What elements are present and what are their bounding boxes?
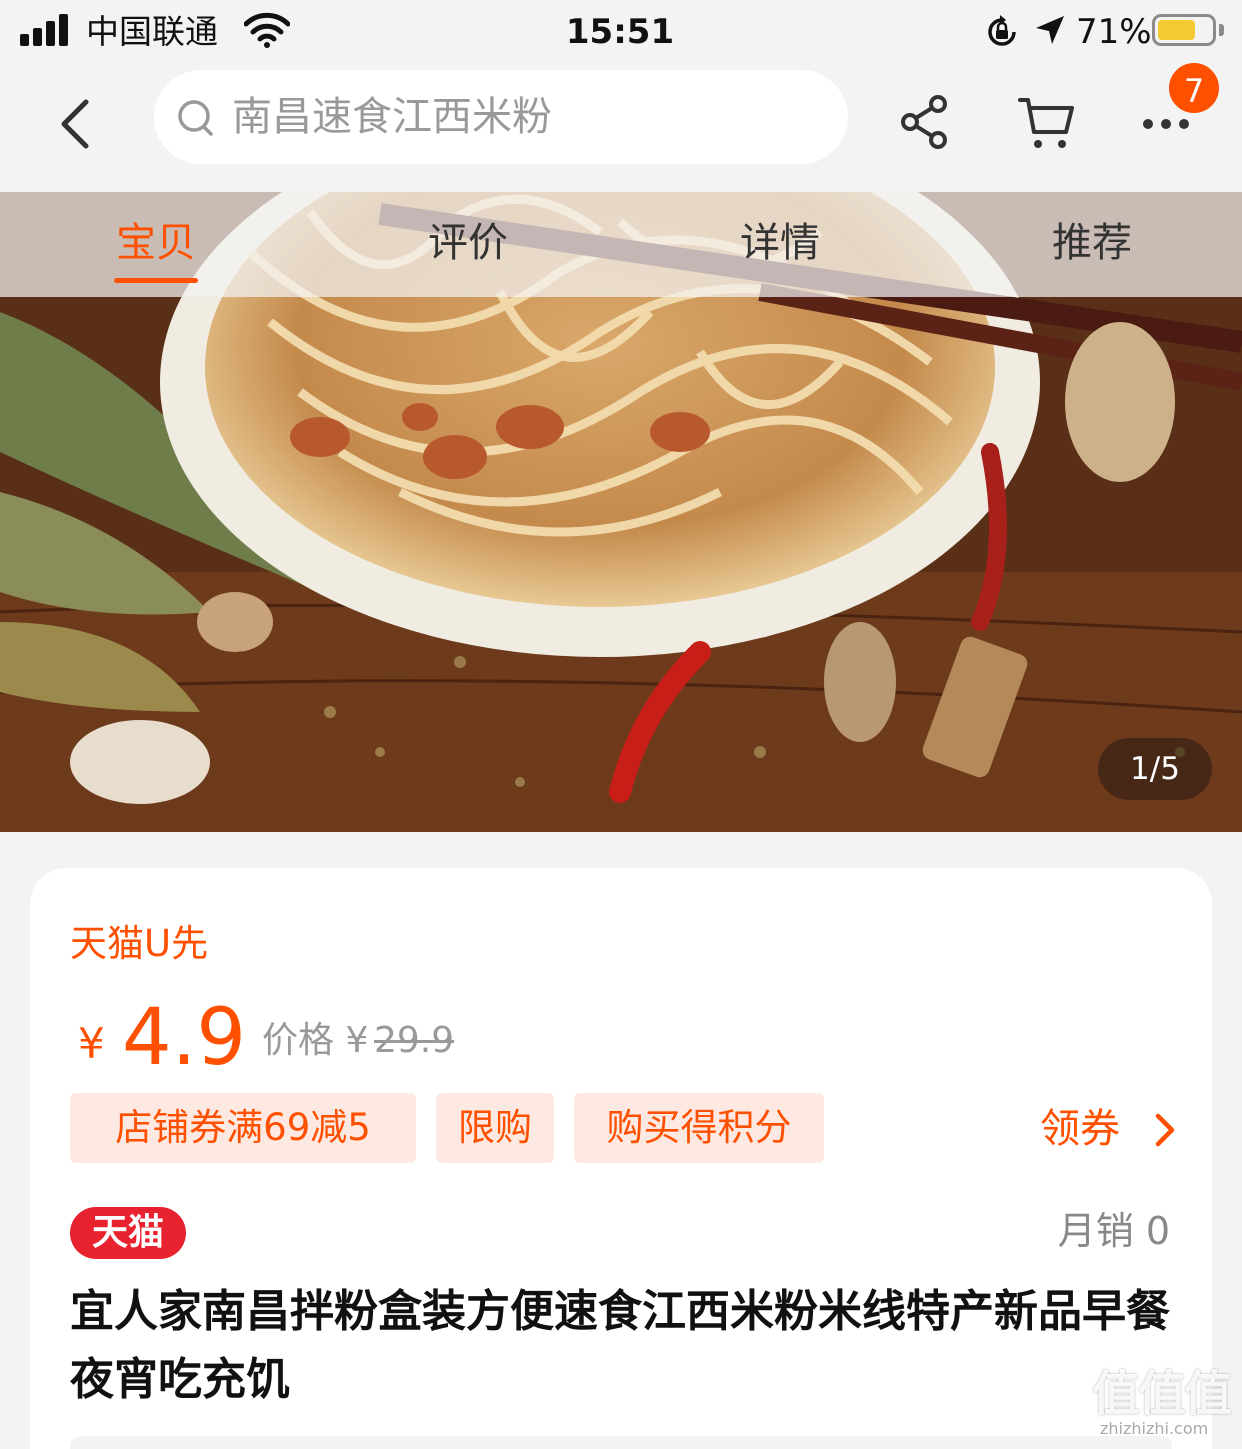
watermark-domain: zhizhizhi.com [1100, 1419, 1209, 1438]
promo-tag-points[interactable]: 购买得积分 [574, 1093, 824, 1163]
next-section-strip [70, 1436, 1172, 1449]
battery-percent: 71% [1076, 12, 1152, 52]
promo-tag-coupon[interactable]: 店铺券满69减5 [70, 1093, 416, 1163]
battery-level [1158, 20, 1195, 40]
tmall-badge: 天猫 [70, 1207, 186, 1259]
rotation-lock-icon [988, 15, 1016, 46]
wifi-icon [244, 12, 290, 48]
currency-symbol: ¥ [78, 1019, 105, 1068]
tab-recommend[interactable]: 推荐 [1012, 218, 1172, 268]
back-icon[interactable] [48, 92, 104, 156]
location-arrow-icon [1036, 16, 1064, 44]
current-price: 4.9 [122, 993, 247, 1083]
gallery-pager: 1/5 [1098, 738, 1212, 800]
signal-icon [20, 14, 72, 46]
watermark: 值值值 zhizhizhi.com [1092, 1366, 1234, 1438]
cart-badge: 7 [1166, 60, 1222, 116]
battery-tip [1219, 24, 1224, 36]
nav-bar: 南昌速食江西米粉 7 [0, 60, 1242, 192]
get-coupon-link[interactable]: 领券 [1040, 1101, 1120, 1157]
share-icon[interactable] [896, 92, 956, 152]
tab-reviews[interactable]: 评价 [388, 218, 548, 268]
promo-tag-limit[interactable]: 限购 [436, 1093, 554, 1163]
section-tabs: 宝贝 评价 详情 推荐 [0, 192, 1242, 297]
battery-icon [1152, 14, 1216, 46]
search-icon [178, 100, 213, 136]
product-info-card: 天猫U先 ¥ 4.9 价格 ¥ 29.9 店铺券满69减5 限购 购买得积分 领… [30, 868, 1212, 1449]
cart-icon[interactable] [1016, 92, 1076, 152]
original-price-label: 价格 ¥ [262, 1020, 369, 1061]
tab-baobei[interactable]: 宝贝 [76, 218, 236, 268]
product-image-gallery[interactable]: 宝贝 评价 详情 推荐 1/5 [0, 192, 1242, 832]
clock: 15:51 [565, 12, 675, 52]
original-price: 29.9 [374, 1016, 454, 1066]
search-input[interactable]: 南昌速食江西米粉 [154, 70, 848, 164]
original-price-value: 29.9 [374, 1020, 455, 1061]
active-tab-indicator [114, 278, 198, 283]
monthly-sales: 月销 0 [1057, 1209, 1170, 1253]
tab-details[interactable]: 详情 [700, 218, 860, 268]
chevron-right-icon[interactable] [1154, 1112, 1176, 1148]
search-placeholder: 南昌速食江西米粉 [232, 94, 552, 140]
watermark-logo: 值值值 [1092, 1366, 1232, 1422]
status-bar: 中国联通 15:51 71% [0, 0, 1242, 66]
carrier-name: 中国联通 [86, 12, 218, 51]
brand-label: 天猫U先 [70, 922, 209, 965]
product-title: 宜人家南昌拌粉盒装方便速食江西米粉米线特产新品早餐夜宵吃充饥 [70, 1286, 1170, 1405]
